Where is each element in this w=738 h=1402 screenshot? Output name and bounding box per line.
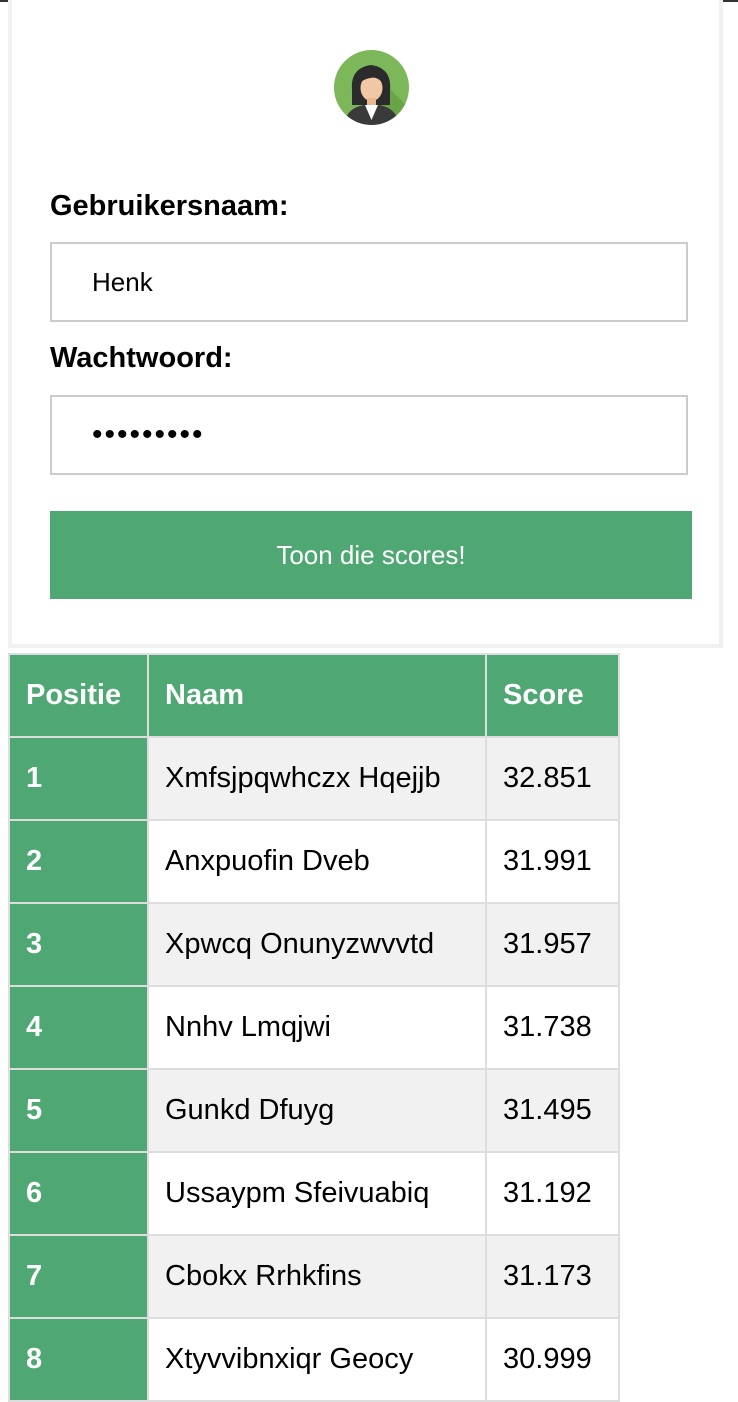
- row-score: 31.991: [485, 819, 620, 904]
- username-field[interactable]: [50, 242, 688, 322]
- column-header-position: Positie: [8, 653, 149, 738]
- row-score: 31.192: [485, 1151, 620, 1236]
- row-position: 1: [8, 736, 149, 821]
- password-label: Wachtwoord:: [50, 342, 233, 374]
- column-header-score: Score: [485, 653, 620, 738]
- row-name: Xmfsjpqwhczx Hqejjb: [147, 736, 487, 821]
- row-name: Anxpuofin Dveb: [147, 819, 487, 904]
- table-row: 3 Xpwcq Onunyzwvvtd 31.957: [8, 902, 620, 987]
- table-row: 5 Gunkd Dfuyg 31.495: [8, 1068, 620, 1153]
- row-score: 31.495: [485, 1068, 620, 1153]
- row-name: Xpwcq Onunyzwvvtd: [147, 902, 487, 987]
- row-name: Nnhv Lmqjwi: [147, 985, 487, 1070]
- row-position: 8: [8, 1317, 149, 1402]
- row-score: 31.738: [485, 985, 620, 1070]
- row-score: 31.957: [485, 902, 620, 987]
- row-position: 5: [8, 1068, 149, 1153]
- table-row: 1 Xmfsjpqwhczx Hqejjb 32.851: [8, 736, 620, 821]
- row-position: 2: [8, 819, 149, 904]
- table-row: 7 Cbokx Rrhkfins 31.173: [8, 1234, 620, 1319]
- table-row: 2 Anxpuofin Dveb 31.991: [8, 819, 620, 904]
- password-field[interactable]: [50, 395, 688, 475]
- row-score: 31.173: [485, 1234, 620, 1319]
- table-row: 4 Nnhv Lmqjwi 31.738: [8, 985, 620, 1070]
- row-position: 7: [8, 1234, 149, 1319]
- scores-table: Positie Naam Score 1 Xmfsjpqwhczx Hqejjb…: [8, 653, 620, 1402]
- row-score: 30.999: [485, 1317, 620, 1402]
- show-scores-button[interactable]: Toon die scores!: [50, 511, 692, 599]
- row-position: 4: [8, 985, 149, 1070]
- row-score: 32.851: [485, 736, 620, 821]
- row-position: 3: [8, 902, 149, 987]
- column-header-name: Naam: [147, 653, 487, 738]
- table-header-row: Positie Naam Score: [8, 653, 620, 738]
- login-card: Gebruikersnaam: Wachtwoord: Toon die sco…: [8, 0, 723, 648]
- username-label: Gebruikersnaam:: [50, 190, 289, 222]
- row-position: 6: [8, 1151, 149, 1236]
- table-row: 6 Ussaypm Sfeivuabiq 31.192: [8, 1151, 620, 1236]
- row-name: Gunkd Dfuyg: [147, 1068, 487, 1153]
- row-name: Xtyvvibnxiqr Geocy: [147, 1317, 487, 1402]
- row-name: Cbokx Rrhkfins: [147, 1234, 487, 1319]
- row-name: Ussaypm Sfeivuabiq: [147, 1151, 487, 1236]
- table-row: 8 Xtyvvibnxiqr Geocy 30.999: [8, 1317, 620, 1402]
- user-avatar-icon: [334, 50, 409, 125]
